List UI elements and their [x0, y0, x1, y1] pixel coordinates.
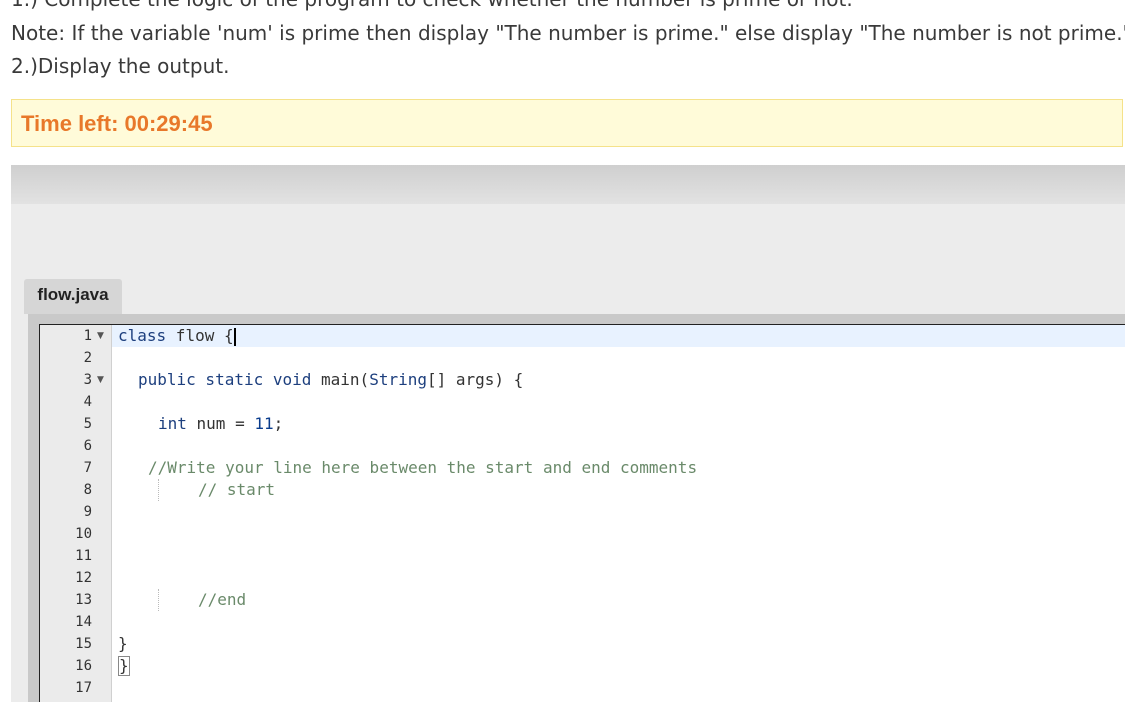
- code-text: num =: [186, 414, 255, 433]
- line-number: 10: [75, 526, 92, 542]
- active-line-highlight: [112, 325, 1125, 347]
- code-line-15[interactable]: }: [118, 633, 128, 655]
- line-number: 1: [83, 328, 92, 344]
- code-line-7[interactable]: //Write your line here between the start…: [148, 457, 697, 479]
- keyword: class: [118, 326, 167, 345]
- file-tab-flow-java[interactable]: flow.java: [24, 279, 122, 314]
- number-literal: 11: [254, 414, 274, 433]
- instruction-note: Note: If the variable 'num' is prime the…: [11, 21, 1125, 45]
- line-number: 15: [75, 636, 92, 652]
- code-text: [] args) {: [426, 370, 524, 389]
- line-number-gutter: 1 ▼ 2 3 ▼ 4 5 6 7 8 9 10 11 12 13 14 15 …: [40, 325, 112, 702]
- code-editor-panel: flow.java 1 ▼ 2 3 ▼ 4 5 6 7 8 9 10 11 12…: [11, 165, 1125, 702]
- code-text: ;: [273, 414, 284, 433]
- code-text: main(: [311, 370, 370, 389]
- line-number: 9: [83, 504, 92, 520]
- indent-guide: [158, 479, 159, 501]
- indent-guide: [158, 589, 159, 611]
- code-editor[interactable]: 1 ▼ 2 3 ▼ 4 5 6 7 8 9 10 11 12 13 14 15 …: [39, 324, 1125, 702]
- matching-bracket: }: [118, 656, 130, 676]
- timer-label: Time left: 00:29:45: [21, 111, 213, 136]
- line-number: 13: [75, 592, 92, 608]
- code-line-8[interactable]: // start: [198, 479, 275, 501]
- code-text-area[interactable]: class flow { public static void main(Str…: [112, 325, 1125, 702]
- keyword: public static void: [138, 370, 312, 389]
- line-number: 5: [83, 416, 92, 432]
- editor-frame: 1 ▼ 2 3 ▼ 4 5 6 7 8 9 10 11 12 13 14 15 …: [28, 314, 1125, 702]
- line-number: 14: [75, 614, 92, 630]
- fold-arrow-icon[interactable]: ▼: [97, 325, 104, 347]
- code-line-3[interactable]: public static void main(String[] args) {: [138, 369, 523, 391]
- line-number: 7: [83, 460, 92, 476]
- line-number: 16: [75, 658, 92, 674]
- line-number: 4: [83, 394, 92, 410]
- editor-toolbar: [11, 165, 1125, 204]
- fold-arrow-icon[interactable]: ▼: [97, 369, 104, 391]
- line-number: 3: [83, 372, 92, 388]
- line-number: 12: [75, 570, 92, 586]
- code-text: flow {: [166, 326, 234, 345]
- code-line-16[interactable]: }: [118, 655, 130, 677]
- code-line-1[interactable]: class flow {: [118, 325, 236, 347]
- instruction-line-2: 2.)Display the output.: [11, 54, 230, 78]
- keyword: int: [158, 414, 187, 433]
- instruction-line-1: 1.) Complete the logic of the program to…: [11, 0, 853, 11]
- type-name: String: [369, 370, 427, 389]
- code-line-5[interactable]: int num = 11;: [158, 413, 283, 435]
- text-cursor: [233, 327, 236, 346]
- line-number: 6: [83, 438, 92, 454]
- line-number: 17: [75, 680, 92, 696]
- code-line-13[interactable]: //end: [198, 589, 246, 611]
- line-number: 11: [75, 548, 92, 564]
- line-number: 8: [83, 482, 92, 498]
- timer-banner: Time left: 00:29:45: [11, 99, 1123, 147]
- line-number: 2: [83, 350, 92, 366]
